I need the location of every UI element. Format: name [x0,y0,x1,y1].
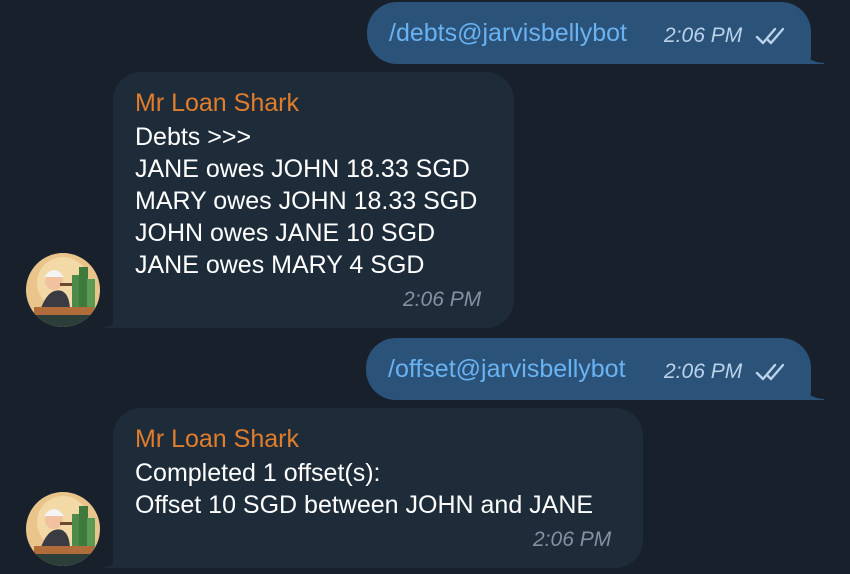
double-check-icon [755,27,785,45]
sender-name[interactable]: Mr Loan Shark [135,88,299,118]
bubble-tail [103,308,127,328]
message-line: MARY owes JOHN 18.33 SGD [135,187,478,215]
message-time: 2:06 PM [664,360,743,383]
message-line: JANE owes JOHN 18.33 SGD [135,155,470,183]
message-line: JOHN owes JANE 10 SGD [135,219,436,247]
message-line: Offset 10 SGD between JOHN and JANE [135,491,594,519]
message-line: Completed 1 offset(s): [135,459,381,487]
loan-shark-avatar-icon[interactable] [26,253,100,327]
message-line: JANE owes MARY 4 SGD [135,251,425,279]
loan-shark-avatar-icon[interactable] [26,492,100,566]
bubble-tail [800,44,824,64]
message-time: 2:06 PM [664,24,743,47]
bubble-tail [103,548,127,568]
sender-name[interactable]: Mr Loan Shark [135,424,299,454]
bubble-tail [800,380,824,400]
command-link[interactable]: /offset@jarvisbellybot [388,354,626,384]
message-time: 2:06 PM [533,528,612,551]
message-line: Debts >>> [135,123,252,151]
double-check-icon [755,363,785,381]
command-link[interactable]: /debts@jarvisbellybot [389,18,627,48]
message-time: 2:06 PM [403,288,482,311]
